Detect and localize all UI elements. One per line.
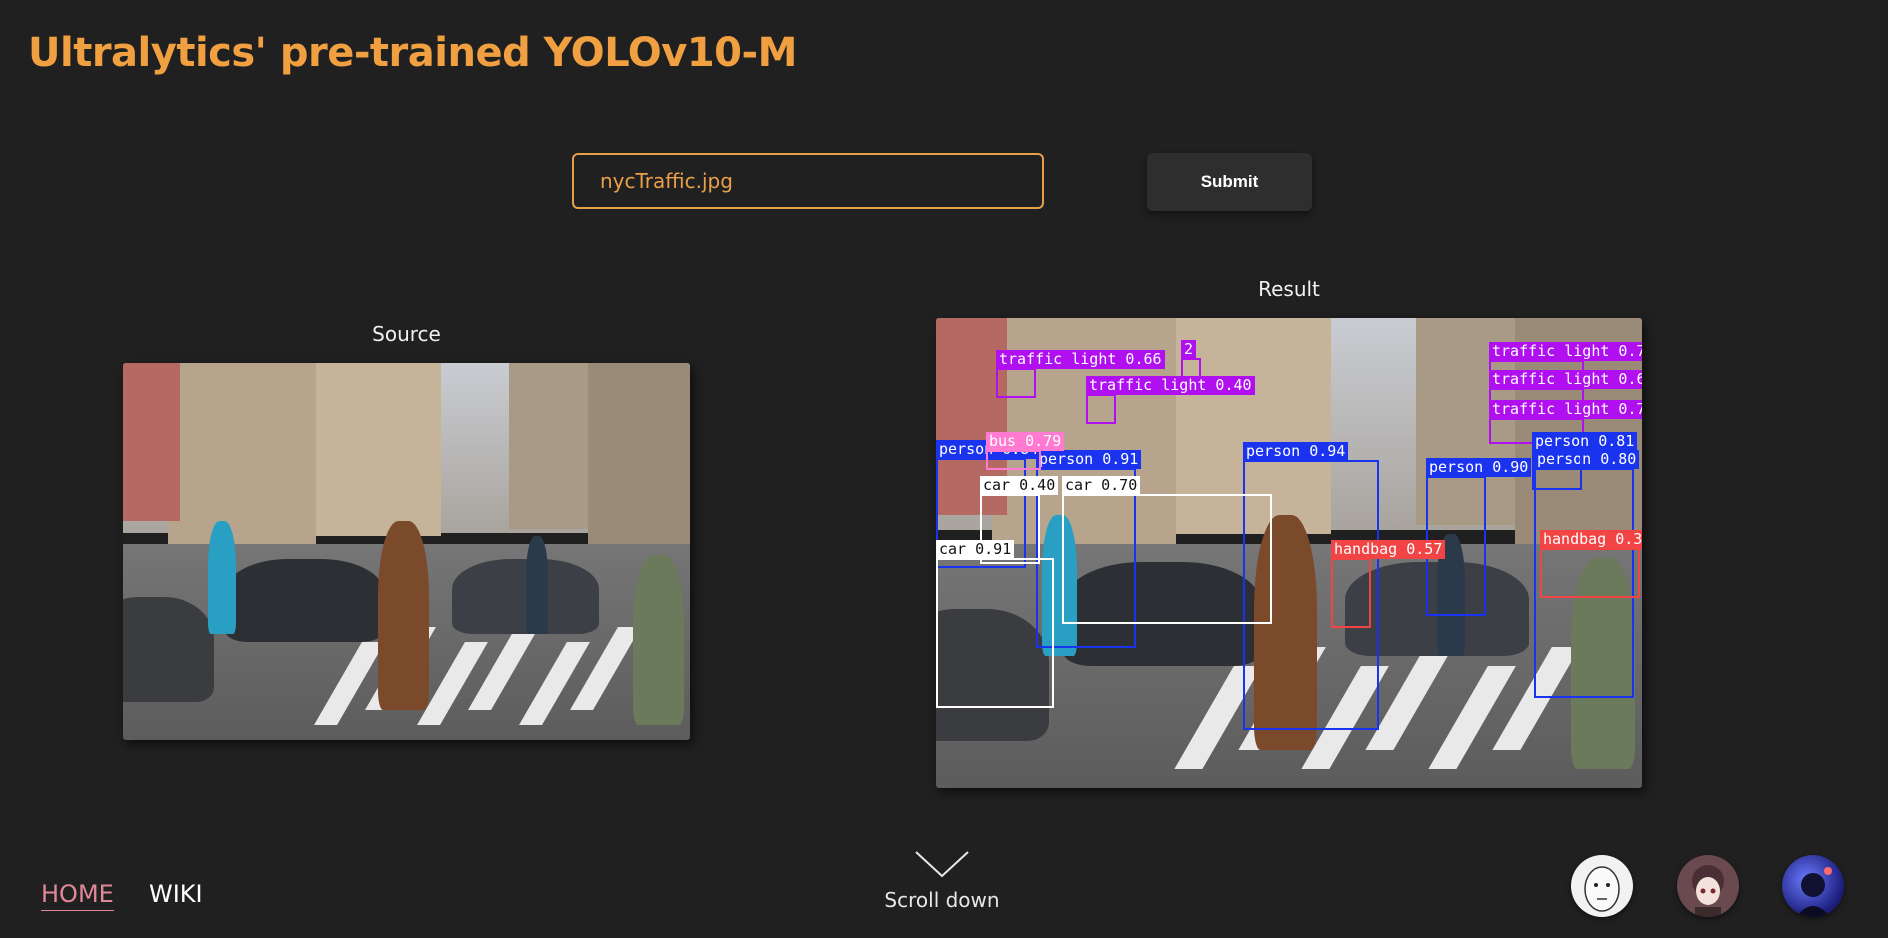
- detection-label: traffic light 0.71: [1489, 400, 1642, 419]
- detection-label: bus 0.79: [986, 432, 1065, 451]
- detection-label: handbag 0.57: [1331, 540, 1446, 559]
- detection-box: bus 0.79: [986, 432, 1065, 470]
- detection-box: car 0.91: [936, 540, 1054, 708]
- detection-box: traffic light 0.66: [996, 350, 1165, 398]
- nav-home-link[interactable]: HOME: [41, 880, 114, 911]
- source-label: Source: [372, 322, 441, 346]
- car-shape: [225, 559, 384, 642]
- detection-label: person 0.90: [1426, 458, 1532, 477]
- avatar-icon: [1584, 866, 1620, 912]
- detection-label: handbag 0.31: [1540, 530, 1642, 549]
- detection-box: traffic light 0.40: [1086, 376, 1255, 424]
- detection-label: traffic light 0.78: [1489, 342, 1642, 361]
- detection-box: handbag 0.31: [1540, 530, 1642, 598]
- avatar-icon: [1796, 867, 1832, 917]
- detection-box: car 0.70: [1062, 476, 1272, 624]
- building: [168, 363, 316, 544]
- detection-label: 2: [1181, 340, 1197, 359]
- page-title: Ultralytics' pre-trained YOLOv10-M: [28, 30, 797, 76]
- detection-label: person 0.81: [1532, 432, 1638, 451]
- chevron-down-icon: [915, 851, 969, 878]
- detection-label: traffic light 0.40: [1086, 376, 1255, 395]
- avatar-1[interactable]: [1571, 855, 1633, 917]
- car-shape: [123, 596, 214, 703]
- building: [315, 363, 441, 537]
- building: [508, 363, 588, 529]
- submit-button[interactable]: Submit: [1147, 153, 1312, 211]
- pedestrian-shape: [633, 555, 685, 725]
- detection-label: traffic light 0.66: [996, 350, 1165, 369]
- detection-label: car 0.40: [980, 476, 1059, 495]
- pedestrian-shape: [525, 536, 549, 635]
- detection-label: traffic light 0.67: [1489, 370, 1642, 389]
- detection-label: person 0.94: [1243, 442, 1349, 461]
- detection-box: handbag 0.57: [1331, 540, 1446, 628]
- avatar-3[interactable]: [1782, 855, 1844, 917]
- file-input-value: nycTraffic.jpg: [600, 169, 733, 193]
- pedestrian-shape: [208, 521, 237, 635]
- avatar-icon: [1692, 865, 1724, 917]
- scroll-down-label: Scroll down: [884, 888, 1000, 912]
- detection-label: car 0.70: [1062, 476, 1141, 495]
- detection-label: car 0.91: [936, 540, 1015, 559]
- pedestrian-shape: [378, 521, 430, 710]
- detection-box: person 0.81: [1532, 432, 1638, 490]
- file-input[interactable]: nycTraffic.jpg: [572, 153, 1044, 209]
- street-scene: [123, 363, 690, 740]
- building: [587, 363, 690, 544]
- detection-box: 2: [1181, 340, 1201, 378]
- scroll-down-button[interactable]: Scroll down: [870, 850, 1014, 912]
- result-label: Result: [1258, 277, 1320, 301]
- nav-wiki-link[interactable]: WIKI: [149, 880, 203, 908]
- avatar-2[interactable]: [1677, 855, 1739, 917]
- detection-label: person 0.91: [1036, 450, 1142, 469]
- building: [123, 363, 180, 522]
- result-image: traffic light 0.66 2 traffic light 0.40 tra…: [936, 318, 1642, 788]
- source-image: [123, 363, 690, 740]
